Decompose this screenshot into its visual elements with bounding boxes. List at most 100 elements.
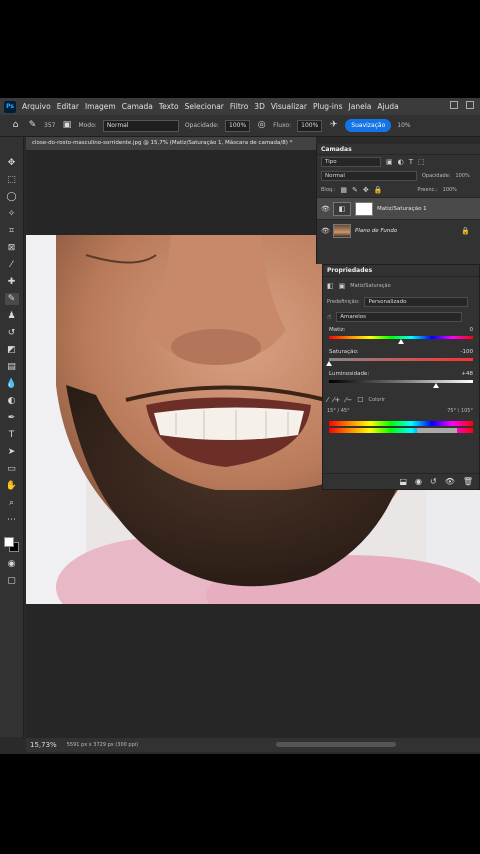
menu-plugins[interactable]: Plug-ins — [313, 102, 343, 111]
output-color-bar[interactable] — [329, 428, 473, 433]
view-previous-icon[interactable]: ◉ — [415, 477, 422, 486]
hue-thumb[interactable] — [398, 339, 404, 344]
healing-brush-tool-icon[interactable]: ✚ — [5, 276, 19, 288]
home-icon[interactable]: ⌂ — [10, 120, 21, 131]
quick-mask-icon[interactable]: ◉ — [5, 558, 19, 570]
workspace-icon[interactable] — [450, 101, 458, 109]
lightness-thumb[interactable] — [432, 383, 439, 388]
clip-to-layer-icon[interactable]: ⬓ — [399, 477, 407, 486]
fill-value[interactable]: 100% — [443, 187, 457, 193]
quick-select-tool-icon[interactable]: ✧ — [5, 208, 19, 220]
menu-imagem[interactable]: Imagem — [85, 102, 116, 111]
mode-select[interactable]: Normal — [102, 119, 179, 132]
frame-tool-icon[interactable]: ⊠ — [5, 242, 19, 254]
layers-panel-title[interactable]: Camadas — [317, 144, 480, 155]
lock-position-icon[interactable]: ✥ — [363, 186, 369, 194]
color-swatches[interactable] — [3, 537, 20, 553]
menu-arquivo[interactable]: Arquivo — [22, 102, 51, 111]
colorize-checkbox[interactable]: ☐ — [357, 396, 363, 404]
layer-filter-select[interactable]: Tipo — [321, 157, 381, 167]
lock-transparent-icon[interactable]: ▦ — [340, 186, 347, 194]
layer-mask-thumbnail[interactable] — [355, 201, 373, 216]
visibility-eye-icon[interactable]: 👁 — [445, 477, 455, 486]
filter-type-icon[interactable]: T — [409, 158, 413, 166]
type-tool-icon[interactable]: T — [5, 429, 19, 441]
saturation-thumb[interactable] — [326, 361, 332, 366]
airbrush-icon[interactable]: ✈ — [328, 120, 339, 131]
eyedropper-tool-icon[interactable]: ⁄ — [5, 259, 19, 271]
zoom-tool-icon[interactable]: ⌕ — [5, 497, 19, 509]
lock-paint-icon[interactable]: ✎ — [352, 186, 358, 194]
lock-all-icon[interactable]: 🔒 — [374, 186, 383, 194]
document-tab[interactable]: close-do-rosto-masculino-sorridente.jpg … — [26, 137, 316, 150]
eyedropper-minus-icon[interactable]: ⁄− — [345, 396, 352, 404]
visibility-eye-icon[interactable]: 👁 — [321, 227, 330, 235]
opacity-field[interactable]: 100% — [225, 119, 251, 132]
hue-value[interactable]: 0 — [470, 327, 474, 333]
screen-mode-icon[interactable]: ▢ — [5, 575, 19, 587]
preset-select[interactable]: Personalizado — [364, 297, 469, 307]
smoothing-value[interactable]: 10% — [397, 122, 410, 129]
eyedropper-plus-icon[interactable]: ⁄+ — [333, 396, 340, 404]
horizontal-scrollbar[interactable] — [276, 742, 396, 747]
smoothing-button[interactable]: Suavização — [345, 119, 392, 132]
filter-adjustment-icon[interactable]: ◐ — [398, 158, 404, 166]
blend-mode-select[interactable]: Normal — [321, 171, 417, 181]
eyedropper-icon[interactable]: ⁄ — [327, 396, 328, 404]
move-tool-icon[interactable]: ✥ — [5, 157, 19, 169]
visibility-eye-icon[interactable]: 👁 — [321, 205, 330, 213]
layer-row-background[interactable]: 👁 Plano de Fundo 🔒 — [317, 219, 480, 241]
marquee-tool-icon[interactable]: ⬚ — [5, 174, 19, 186]
menu-janela[interactable]: Janela — [349, 102, 372, 111]
reset-icon[interactable]: ↺ — [430, 477, 437, 486]
path-select-tool-icon[interactable]: ➤ — [5, 446, 19, 458]
saturation-track[interactable] — [326, 358, 473, 366]
hand-tool-icon[interactable]: ✋ — [5, 480, 19, 492]
foreground-color-swatch[interactable] — [3, 537, 14, 547]
brush-tool-icon[interactable]: ✎ — [27, 120, 38, 131]
color-range-selector[interactable] — [417, 428, 457, 433]
dodge-tool-icon[interactable]: ◐ — [5, 395, 19, 407]
properties-panel-title[interactable]: Propriedades — [323, 265, 479, 277]
channel-select[interactable]: Amarelos — [336, 312, 463, 322]
menu-3d[interactable]: 3D — [254, 102, 265, 111]
hue-saturation-icon: ◧ — [327, 282, 334, 290]
more-tools-icon[interactable]: ⋯ — [5, 514, 19, 526]
blur-tool-icon[interactable]: 💧 — [5, 378, 19, 390]
lock-label: Bloq.: — [321, 187, 336, 193]
target-adjust-hand-icon[interactable]: ☝ — [327, 313, 331, 321]
eraser-tool-icon[interactable]: ◩ — [5, 344, 19, 356]
delete-icon[interactable]: 🗑 — [463, 477, 473, 486]
menu-editar[interactable]: Editar — [57, 102, 79, 111]
gradient-tool-icon[interactable]: ▤ — [5, 361, 19, 373]
history-brush-tool-icon[interactable]: ↺ — [5, 327, 19, 339]
menu-camada[interactable]: Camada — [122, 102, 153, 111]
saturation-value[interactable]: -100 — [461, 349, 473, 355]
share-icon[interactable] — [466, 101, 474, 109]
lightness-track[interactable] — [329, 380, 473, 388]
filter-pixel-icon[interactable]: ▣ — [386, 158, 393, 166]
layer-opacity-value[interactable]: 100% — [455, 173, 469, 179]
lasso-tool-icon[interactable]: ◯ — [5, 191, 19, 203]
filter-shape-icon[interactable]: ⬚ — [418, 158, 425, 166]
clone-stamp-tool-icon[interactable]: ♟ — [5, 310, 19, 322]
brush-settings-icon[interactable]: ▣ — [61, 120, 72, 131]
rectangle-tool-icon[interactable]: ▭ — [5, 463, 19, 475]
pressure-opacity-icon[interactable]: ◎ — [256, 120, 267, 131]
menu-filtro[interactable]: Filtro — [230, 102, 248, 111]
menu-visualizar[interactable]: Visualizar — [271, 102, 307, 111]
brush-size[interactable]: 357 — [44, 122, 55, 129]
mask-icon[interactable]: ▣ — [339, 282, 346, 290]
menu-selecionar[interactable]: Selecionar — [185, 102, 224, 111]
menu-texto[interactable]: Texto — [159, 102, 179, 111]
hue-track[interactable] — [329, 336, 473, 344]
crop-tool-icon[interactable]: ⌗ — [5, 225, 19, 237]
saturation-slider: Saturação: -100 — [323, 347, 479, 366]
lightness-value[interactable]: +48 — [461, 371, 473, 377]
flow-field[interactable]: 100% — [297, 119, 323, 132]
zoom-level[interactable]: 15,73% — [30, 741, 57, 749]
layer-row-hue-saturation[interactable]: 👁 ◧ Matiz/Saturação 1 — [317, 197, 480, 219]
pen-tool-icon[interactable]: ✒ — [5, 412, 19, 424]
menu-ajuda[interactable]: Ajuda — [377, 102, 398, 111]
brush-tool-icon[interactable]: ✎ — [4, 293, 19, 305]
